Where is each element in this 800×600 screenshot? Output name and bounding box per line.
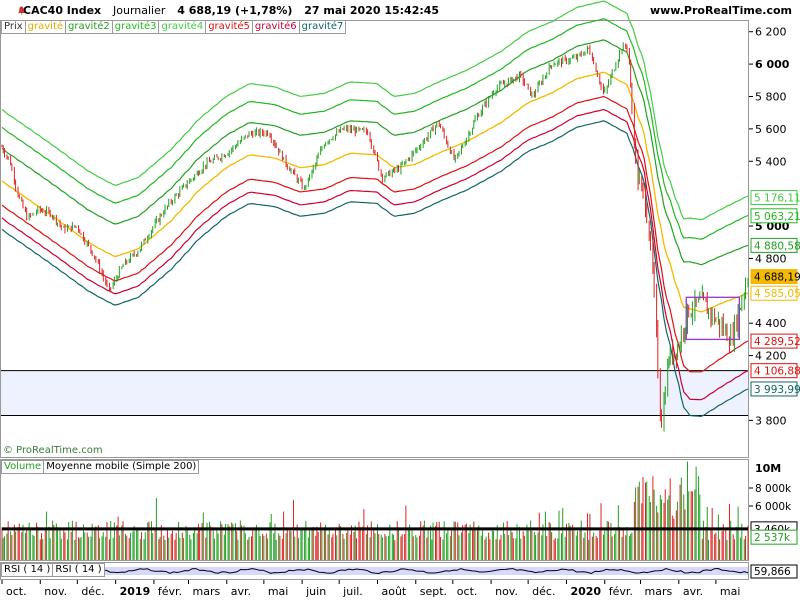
price-legend-item[interactable]: Prix [1, 20, 25, 34]
price-tag-label: 4 289,52 [754, 336, 800, 348]
x-axis-label: févr. [609, 585, 633, 598]
support-zone [1, 370, 748, 416]
x-axis-label: mai [268, 585, 289, 598]
x-axis-label: avr. [231, 585, 251, 598]
price-tag-label: 5 063,21 [754, 211, 800, 223]
rsi-tag-label: 59,866 [754, 566, 791, 578]
rsi-legend-item[interactable]: RSI ( 14 ) [1, 563, 53, 577]
price-axis-label: 5 400 [755, 155, 787, 168]
x-axis-label: oct. [6, 585, 27, 598]
site-url[interactable]: www.ProRealTime.com [650, 4, 792, 17]
x-axis-label: mars [645, 585, 673, 598]
bell-icon-shape [18, 6, 25, 15]
price-tag-label: 4 585,05 [754, 288, 800, 300]
x-axis-label: mars [193, 585, 221, 598]
price-legend-item[interactable]: gravité4 [158, 20, 206, 34]
price-axis-label: 4 200 [755, 350, 787, 363]
header-title: CAC40 Index Journalier 4 688,19 (+1,78%)… [3, 4, 439, 17]
bell-icon[interactable] [18, 6, 25, 15]
volume-axis-title: 10M [755, 462, 781, 475]
consolidation-box [685, 296, 741, 341]
price-axis-label: 4 800 [755, 252, 787, 265]
price-axis-label: 5 600 [755, 123, 787, 136]
x-axis-label: sept. [420, 585, 447, 598]
price-legend-item[interactable]: gravité6 [251, 20, 299, 34]
rsi-zone [1, 567, 748, 575]
x-axis-label: oct. [457, 585, 478, 598]
price-axis-label: 5 800 [755, 90, 787, 103]
volume-bars [1, 461, 749, 560]
price-axis-label: 6 200 [755, 26, 787, 39]
symbol-name: CAC40 Index [23, 4, 102, 17]
volume-legend-item[interactable]: Volume [1, 460, 44, 474]
price-legend-item[interactable]: gravité3 [111, 20, 159, 34]
volume-axis-label: 6 000k [755, 501, 792, 513]
datetime: 27 mai 2020 15:42:45 [304, 4, 440, 17]
x-axis-label: déc. [532, 585, 555, 598]
x-axis-label: nov. [44, 585, 67, 598]
price-axis-label: 4 400 [755, 317, 787, 330]
rsi-legend-item[interactable]: RSI ( 14 ) [52, 563, 105, 577]
x-axis-label: mai [720, 585, 741, 598]
rsi-legend: RSI ( 14 ) RSI ( 14 ) [1, 563, 105, 577]
volume-tag-label: 2 537k [754, 532, 791, 544]
price-axis-label: 6 000 [755, 58, 790, 71]
chart-canvas[interactable]: 6 2006 0005 8005 6005 4005 0004 8004 400… [0, 0, 800, 600]
price-tag-label: 5 176,11 [754, 193, 800, 205]
volume-axis-label: 8 000k [755, 483, 792, 495]
price-axis-label: 3 800 [755, 414, 787, 427]
band-gravité5 [1, 95, 749, 373]
x-axis-label: avr. [683, 585, 703, 598]
x-axis-label: août [381, 585, 406, 598]
last-price: 4 688,19 (+1,78%) [177, 4, 293, 17]
x-axis-label: 2019 [120, 585, 151, 598]
price-legend-item[interactable]: gravité [24, 20, 66, 34]
chart-header: CAC40 Index Journalier 4 688,19 (+1,78%)… [0, 0, 800, 20]
period: Journalier [113, 4, 166, 17]
x-axis-label: juil. [342, 585, 363, 598]
price-legend-item[interactable]: gravité2 [65, 20, 112, 34]
volume-legend: Volume Moyenne mobile (Simple 200) [1, 460, 200, 474]
x-axis-label: févr. [158, 585, 182, 598]
price-tag-label: 3 993,99 [754, 384, 800, 396]
volume-legend-item[interactable]: Moyenne mobile (Simple 200) [43, 460, 200, 474]
x-axis-label: déc. [81, 585, 104, 598]
price-tag-label: 4 880,58 [754, 240, 800, 252]
price-legend: Prix gravité gravité2 gravité3 gravité4 gravi… [1, 20, 347, 34]
price-tag-label: 4 106,88 [754, 366, 800, 378]
price-tag-label: 4 688,19 [754, 272, 800, 284]
x-axis-label: nov. [495, 585, 518, 598]
band-gravité3 [1, 18, 749, 240]
x-axis-label: juin [305, 585, 326, 598]
x-axis-label: 2020 [570, 585, 601, 598]
watermark: © ProRealTime.com [3, 445, 103, 456]
price-legend-item[interactable]: gravité5 [205, 20, 252, 34]
price-legend-item[interactable]: gravité7 [298, 20, 347, 34]
